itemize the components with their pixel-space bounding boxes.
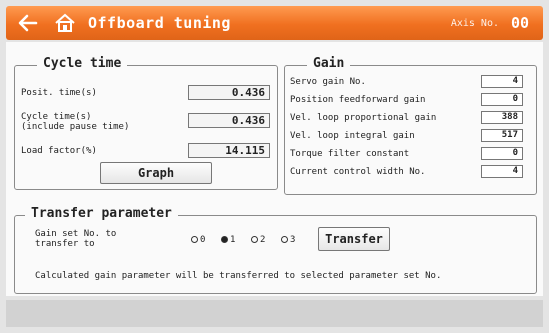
gain-row-value[interactable]: 0 <box>481 93 523 106</box>
cycle-time-sublabel: (include pause time) <box>21 122 130 132</box>
cycle-time-title: Cycle time <box>37 56 128 71</box>
home-icon[interactable] <box>54 13 76 33</box>
radio-off-icon <box>191 236 198 243</box>
radio-on-icon <box>221 236 228 243</box>
axis-no-label: Axis No. <box>450 18 499 29</box>
gain-row-value[interactable]: 388 <box>481 111 523 124</box>
gain-row-label: Vel. loop integral gain <box>290 131 415 141</box>
radio-off-icon <box>281 236 288 243</box>
gain-set-radio[interactable]: 1 <box>221 235 235 245</box>
cycle-time-value: 0.436 <box>188 113 270 128</box>
gain-set-radio[interactable]: 2 <box>251 235 265 245</box>
footer-bar <box>6 300 543 327</box>
back-arrow-icon[interactable] <box>16 12 40 34</box>
gain-row-value[interactable]: 4 <box>481 75 523 88</box>
main-content: Cycle time Posit. time(s) 0.436 Cycle ti… <box>6 42 543 296</box>
gain-row-value[interactable]: 4 <box>481 165 523 178</box>
gain-row-label: Vel. loop proportional gain <box>290 113 437 123</box>
gain-row-label: Servo gain No. <box>290 77 366 87</box>
gain-title: Gain <box>307 56 351 71</box>
gain-set-radio[interactable]: 0 <box>191 235 205 245</box>
gain-set-sublabel: transfer to <box>35 239 95 249</box>
gain-row-value[interactable]: 0 <box>481 147 523 160</box>
load-factor-value: 14.115 <box>188 143 270 158</box>
cycle-time-group: Cycle time Posit. time(s) 0.436 Cycle ti… <box>14 56 278 190</box>
gain-set-radio[interactable]: 3 <box>281 235 295 245</box>
transfer-parameter-title: Transfer parameter <box>25 206 178 221</box>
posit-time-label: Posit. time(s) <box>21 88 97 98</box>
page-title: Offboard tuning <box>88 14 231 32</box>
title-bar: Offboard tuning Axis No. 00 <box>6 6 543 40</box>
posit-time-value: 0.436 <box>188 85 270 100</box>
gain-row-label: Current control width No. <box>290 167 426 177</box>
screen: Offboard tuning Axis No. 00 Cycle time P… <box>0 0 549 333</box>
gain-row-value[interactable]: 517 <box>481 129 523 142</box>
load-factor-label: Load factor(%) <box>21 146 97 156</box>
gain-set-label: Gain set No. to <box>35 229 117 239</box>
gain-row-label: Torque filter constant <box>290 149 410 159</box>
graph-button[interactable]: Graph <box>100 162 212 184</box>
transfer-button[interactable]: Transfer <box>318 227 390 251</box>
gain-row-label: Position feedforward gain <box>290 95 426 105</box>
transfer-note: Calculated gain parameter will be transf… <box>35 271 442 281</box>
cycle-time-label: Cycle time(s) <box>21 112 92 122</box>
gain-group: Gain Servo gain No. 4 Position feedforwa… <box>284 56 537 195</box>
axis-no-value: 00 <box>510 14 529 32</box>
transfer-parameter-group: Transfer parameter Gain set No. to trans… <box>14 206 537 294</box>
radio-off-icon <box>251 236 258 243</box>
